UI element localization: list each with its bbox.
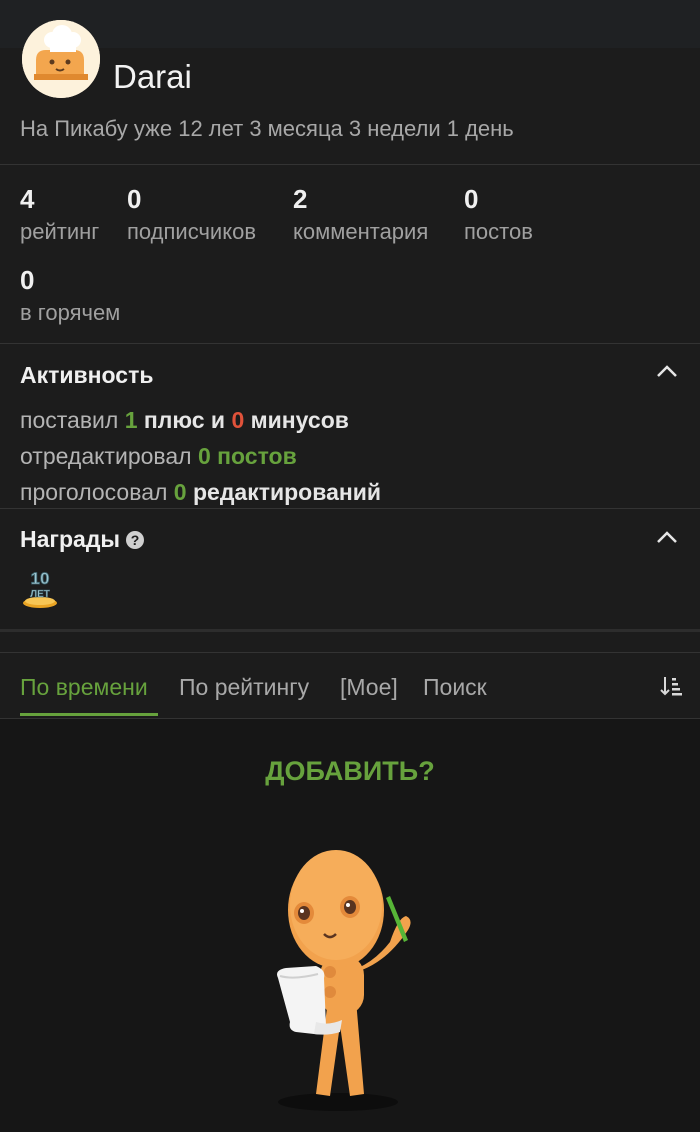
award-badge-number: 10	[31, 569, 50, 588]
awards-title: Награды?	[20, 526, 145, 553]
activity-votes: поставил 1 плюс и 0 минусов	[20, 407, 349, 434]
divider	[0, 164, 700, 165]
stat-posts[interactable]: 0 постов	[464, 184, 533, 245]
add-post-link[interactable]: ДОБАВИТЬ?	[0, 756, 700, 787]
activity-edit-votes: проголосовал 0 редактирований	[20, 479, 381, 506]
tab-by-time[interactable]: По времени	[20, 674, 148, 701]
chevron-up-icon[interactable]	[656, 530, 678, 544]
plus-label: плюс и	[143, 407, 226, 433]
gingerbread-mascot-icon	[277, 850, 411, 1111]
stat-comments-label: комментария	[293, 219, 429, 244]
avatar[interactable]	[22, 20, 100, 98]
award-badge-sub: ЛЕТ	[30, 589, 50, 600]
membership-duration: На Пикабу уже 12 лет 3 месяца 3 недели 1…	[20, 116, 514, 141]
activity-edits: отредактировал 0 постов	[20, 443, 297, 470]
stat-subscribers-label: подписчиков	[127, 219, 257, 244]
chevron-up-icon[interactable]	[656, 364, 678, 378]
stat-hot[interactable]: 0 в горячем	[20, 265, 120, 326]
award-10-years-icon[interactable]: 10 ЛЕТ	[20, 566, 60, 610]
stat-rating-value: 4	[20, 184, 35, 214]
activity-votes-prefix: поставил	[20, 407, 119, 433]
awards-title-label: Награды	[20, 526, 121, 552]
edits-label: постов	[217, 443, 297, 469]
stat-rating-label: рейтинг	[20, 219, 100, 244]
profile-header: Darai На Пикабу уже 12 лет 3 месяца 3 не…	[0, 0, 700, 164]
stat-comments-value: 2	[293, 184, 308, 214]
stat-subscribers-value: 0	[127, 184, 142, 214]
edit-votes-label: редактирований	[192, 479, 382, 505]
section-divider	[0, 629, 700, 632]
minus-label: минусов	[250, 407, 349, 433]
stat-rating[interactable]: 4 рейтинг	[20, 184, 99, 245]
activity-edit-votes-prefix: проголосовал	[20, 479, 168, 505]
minus-count: 0	[231, 407, 245, 433]
tab-mine[interactable]: [Мое]	[340, 674, 398, 701]
plus-count: 1	[124, 407, 138, 433]
edits-count: 0	[197, 443, 211, 469]
divider	[0, 508, 700, 509]
tab-search[interactable]: Поиск	[423, 674, 487, 701]
divider	[0, 652, 700, 653]
stat-comments[interactable]: 2 комментария	[293, 184, 428, 245]
stat-posts-value: 0	[464, 184, 479, 214]
sort-icon[interactable]	[660, 675, 682, 697]
stat-subscribers[interactable]: 0 подписчиков	[127, 184, 256, 245]
stat-hot-value: 0	[20, 265, 35, 295]
edit-votes-count: 0	[173, 479, 187, 505]
help-icon[interactable]: ?	[126, 531, 145, 549]
activity-title: Активность	[20, 362, 154, 388]
active-tab-indicator	[20, 713, 158, 716]
username: Darai	[113, 58, 192, 95]
stat-posts-label: постов	[464, 219, 533, 244]
tab-by-rating[interactable]: По рейтингу	[179, 674, 309, 701]
divider	[0, 343, 700, 344]
activity-edits-prefix: отредактировал	[20, 443, 192, 469]
stat-hot-label: в горячем	[20, 300, 121, 325]
